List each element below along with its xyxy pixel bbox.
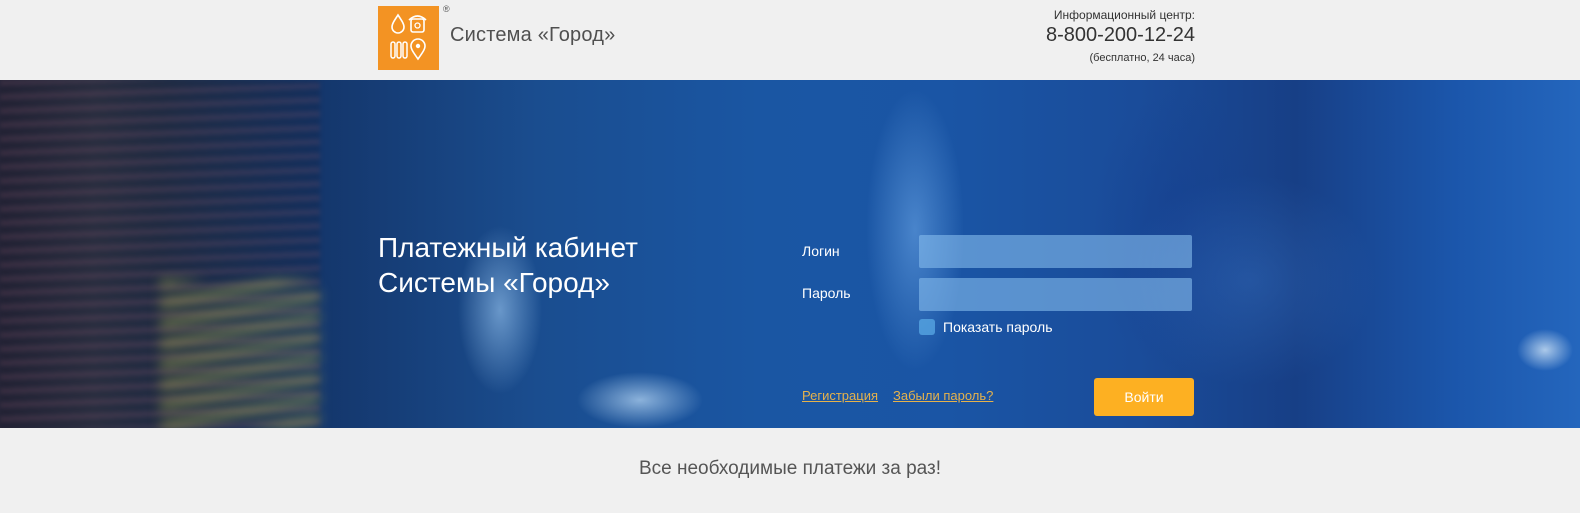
login-button[interactable]: Войти <box>1094 378 1194 416</box>
register-link[interactable]: Регистрация <box>802 388 878 403</box>
phone-icon <box>408 15 427 33</box>
water-drop-icon <box>391 13 405 34</box>
info-center-note: (бесплатно, 24 часа) <box>1089 52 1195 64</box>
tagline: Все необходимые платежи за раз! <box>638 458 942 479</box>
logo-graphic <box>390 13 427 61</box>
forgot-password-link[interactable]: Забыли пароль? <box>893 388 993 403</box>
header: ® Система «Город» Информационный центр: … <box>0 0 1580 80</box>
hero-banner: Платежный кабинет Системы «Город» <box>0 80 1580 428</box>
location-pin-icon <box>410 38 426 61</box>
login-label: Логин <box>802 243 840 259</box>
logo[interactable] <box>378 6 439 70</box>
page-title-line-1: Платежный кабинет <box>378 232 638 263</box>
show-password-toggle[interactable]: Показать пароль <box>919 318 1053 336</box>
login-input[interactable] <box>919 235 1192 268</box>
page-title-line-2: Системы «Город» <box>378 267 610 298</box>
show-password-label: Показать пароль <box>943 319 1053 335</box>
page-title: Платежный кабинет Системы «Город» <box>378 230 708 300</box>
footer-band: Все необходимые платежи за раз! <box>0 428 1580 513</box>
radiator-icon <box>390 41 408 59</box>
show-password-checkbox[interactable] <box>919 319 935 335</box>
password-label: Пароль <box>802 285 851 301</box>
info-center-phone: 8-800-200-12-24 <box>1046 24 1195 46</box>
password-input[interactable] <box>919 278 1192 311</box>
registered-mark: ® <box>443 4 450 14</box>
brand-name[interactable]: Система «Город» <box>450 24 615 47</box>
info-center-label: Информационный центр: <box>1053 8 1195 22</box>
